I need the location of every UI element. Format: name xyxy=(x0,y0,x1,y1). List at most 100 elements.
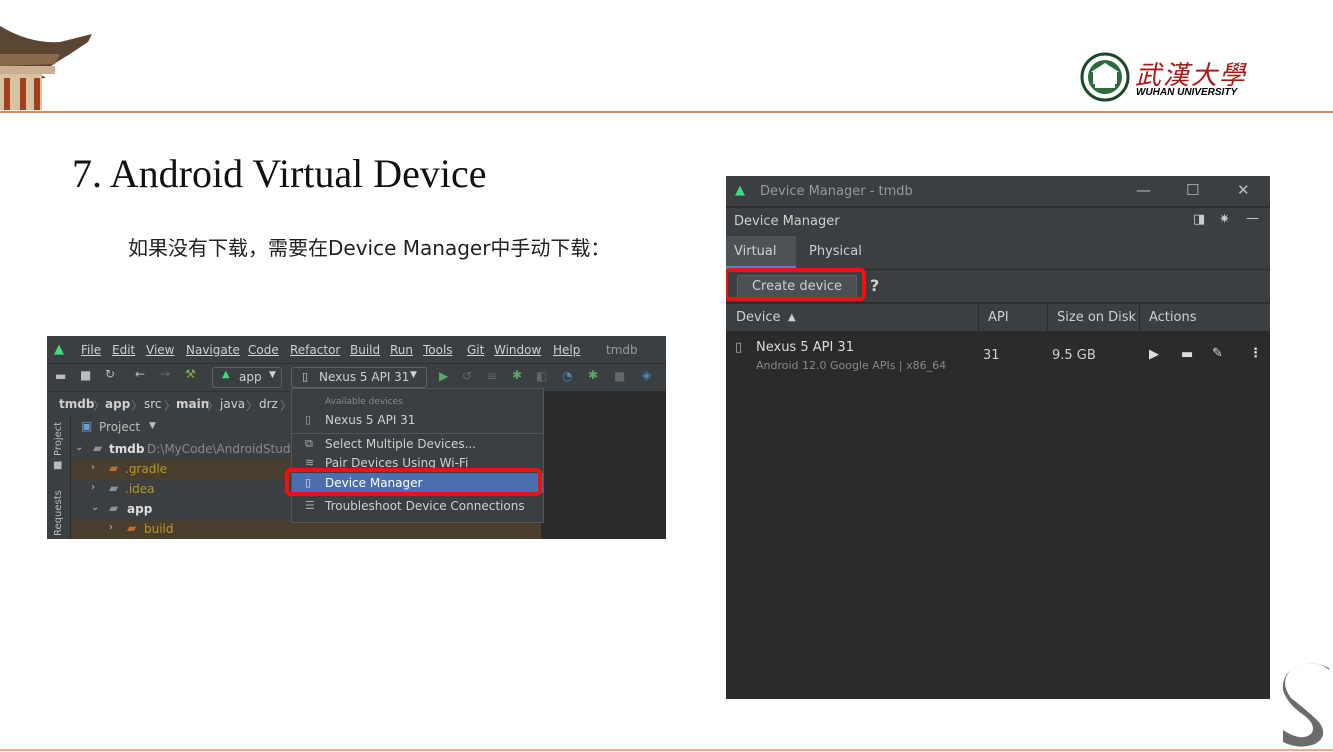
chevron-right-icon: › xyxy=(109,522,113,533)
breadcrumb-separator: 〉 xyxy=(93,399,106,413)
device-details: Android 12.0 Google APIs | x86_64 xyxy=(756,359,947,372)
list-icon: ☰ xyxy=(305,499,315,512)
sync-icon[interactable]: ↻ xyxy=(105,367,115,381)
apply-changes-icon[interactable]: ≡ xyxy=(487,369,497,383)
column-size[interactable]: Size on Disk xyxy=(1057,310,1136,325)
dropdown-select-multiple[interactable]: ⧉ Select Multiple Devices... xyxy=(292,434,543,454)
run-icon[interactable]: ▶ xyxy=(439,369,448,383)
device-mirror-icon[interactable]: ◈ xyxy=(642,368,651,382)
folder-icon: ■ xyxy=(53,460,63,471)
project-tool-tab[interactable]: Project xyxy=(53,422,64,456)
breadcrumb-item[interactable]: src xyxy=(144,397,162,411)
breadcrumb-item[interactable]: app xyxy=(105,397,130,411)
menu-file[interactable]: File xyxy=(81,343,101,357)
float-window-icon[interactable]: ◨ xyxy=(1193,212,1205,227)
device-tabs: Virtual Physical xyxy=(726,236,1270,269)
breadcrumb-item[interactable]: main xyxy=(176,397,209,411)
project-panel-label: Project xyxy=(99,420,141,434)
dropdown-device-nexus5[interactable]: ▯ Nexus 5 API 31 xyxy=(292,410,543,430)
menu-window[interactable]: Window xyxy=(494,343,541,357)
chevron-right-icon: › xyxy=(91,482,95,493)
menu-help[interactable]: Help xyxy=(553,343,580,357)
wuhan-university-emblem-icon xyxy=(1080,52,1130,102)
device-selector[interactable]: ▯ Nexus 5 API 31 ▼ xyxy=(291,367,427,388)
run-config-label: app xyxy=(239,370,262,384)
profiler-icon[interactable]: ◔ xyxy=(562,369,572,383)
university-name-english: WUHAN UNIVERSITY xyxy=(1136,87,1238,98)
phone-icon: ▯ xyxy=(305,413,312,426)
menu-tools[interactable]: Tools xyxy=(423,343,453,357)
table-row[interactable]: ▯ Nexus 5 API 31 Android 12.0 Google API… xyxy=(726,331,1270,381)
menu-refactor[interactable]: Refactor xyxy=(290,343,340,357)
tree-item-label: .gradle xyxy=(125,462,168,476)
tab-virtual[interactable]: Virtual xyxy=(726,236,796,269)
menu-code[interactable]: Code xyxy=(248,343,279,357)
save-icon[interactable]: ■ xyxy=(80,368,91,382)
launch-icon[interactable]: ▶ xyxy=(1149,347,1159,362)
multi-device-icon: ⧉ xyxy=(305,437,313,450)
close-button[interactable]: ✕ xyxy=(1237,181,1250,199)
forward-icon[interactable]: → xyxy=(160,367,170,381)
panel-title: Device Manager xyxy=(734,214,840,229)
stop-icon[interactable]: ■ xyxy=(614,369,625,383)
minimize-button[interactable]: — xyxy=(1136,181,1151,199)
build-hammer-icon[interactable]: ⚒ xyxy=(185,367,196,381)
rerun-icon[interactable]: ↺ xyxy=(462,369,472,383)
menu-build[interactable]: Build xyxy=(350,343,380,357)
dropdown-troubleshoot[interactable]: ☰ Troubleshoot Device Connections xyxy=(292,496,543,516)
column-separator xyxy=(978,304,979,331)
open-folder-icon[interactable]: ▬ xyxy=(1181,347,1193,362)
panel-header: Device Manager ◨ ✷ — xyxy=(726,207,1270,236)
slide-title: 7. Android Virtual Device xyxy=(72,151,487,196)
module-folder-icon: ▰ xyxy=(93,441,103,455)
device-actions-bar: Create device ? xyxy=(726,268,1270,302)
pavilion-roof-image xyxy=(0,26,92,110)
hide-panel-icon[interactable]: — xyxy=(1246,211,1259,226)
menu-run[interactable]: Run xyxy=(390,343,413,357)
more-actions-icon[interactable]: ⋮ xyxy=(1249,346,1262,361)
column-actions: Actions xyxy=(1149,310,1197,325)
slide-header xyxy=(0,0,1333,112)
dropdown-section-header: Available devices xyxy=(325,397,403,407)
back-icon[interactable]: ← xyxy=(135,367,145,381)
breadcrumb-item[interactable]: java xyxy=(220,397,245,411)
tab-physical[interactable]: Physical xyxy=(801,236,870,269)
chevron-down-icon: ▼ xyxy=(149,421,156,431)
menu-git[interactable]: Git xyxy=(467,343,484,357)
coverage-icon[interactable]: ◧ xyxy=(536,369,547,383)
device-table-header: Device ▲ API Size on Disk Actions xyxy=(726,303,1270,332)
decorative-s-logo xyxy=(1282,663,1329,747)
attach-debugger-icon[interactable]: ✱ xyxy=(588,368,598,382)
breadcrumb-item[interactable]: drz xyxy=(259,397,278,411)
android-icon: ▲ xyxy=(54,342,64,357)
edit-pencil-icon[interactable]: ✎ xyxy=(1212,346,1223,361)
dropdown-item-label: Select Multiple Devices... xyxy=(325,437,477,451)
column-device[interactable]: Device xyxy=(736,310,780,325)
gear-icon[interactable]: ✷ xyxy=(1219,212,1230,227)
menu-view[interactable]: View xyxy=(146,343,174,357)
chevron-down-icon: ⌄ xyxy=(75,442,84,453)
menu-navigate[interactable]: Navigate xyxy=(186,343,240,357)
run-config-selector[interactable]: ▲ app ▼ xyxy=(212,367,282,388)
android-studio-screenshot: ▲ File Edit View Navigate Code Refactor … xyxy=(47,336,666,539)
editor-area xyxy=(542,415,666,539)
column-separator xyxy=(1047,304,1048,331)
sort-ascending-icon: ▲ xyxy=(788,312,796,323)
dropdown-item-label: Nexus 5 API 31 xyxy=(325,413,416,427)
requests-tool-tab[interactable]: Requests xyxy=(53,490,64,536)
chevron-right-icon: › xyxy=(91,462,95,473)
header-divider xyxy=(0,111,1333,113)
breadcrumb-item[interactable]: tmdb xyxy=(59,397,94,411)
device-size: 9.5 GB xyxy=(1052,348,1096,363)
menu-bar: ▲ File Edit View Navigate Code Refactor … xyxy=(47,336,666,363)
column-api[interactable]: API xyxy=(988,310,1009,325)
menu-edit[interactable]: Edit xyxy=(112,343,135,357)
tool-window-strip: Project ■ Requests xyxy=(47,416,71,539)
breadcrumb-separator: 〉 xyxy=(131,399,144,413)
debug-icon[interactable]: ✱ xyxy=(512,368,522,382)
tree-root-label: tmdb xyxy=(109,442,145,456)
folder-icon: ▰ xyxy=(109,481,119,495)
maximize-button[interactable]: ☐ xyxy=(1186,181,1199,199)
help-icon[interactable]: ? xyxy=(870,276,879,295)
open-folder-icon[interactable]: ▬ xyxy=(55,369,66,383)
